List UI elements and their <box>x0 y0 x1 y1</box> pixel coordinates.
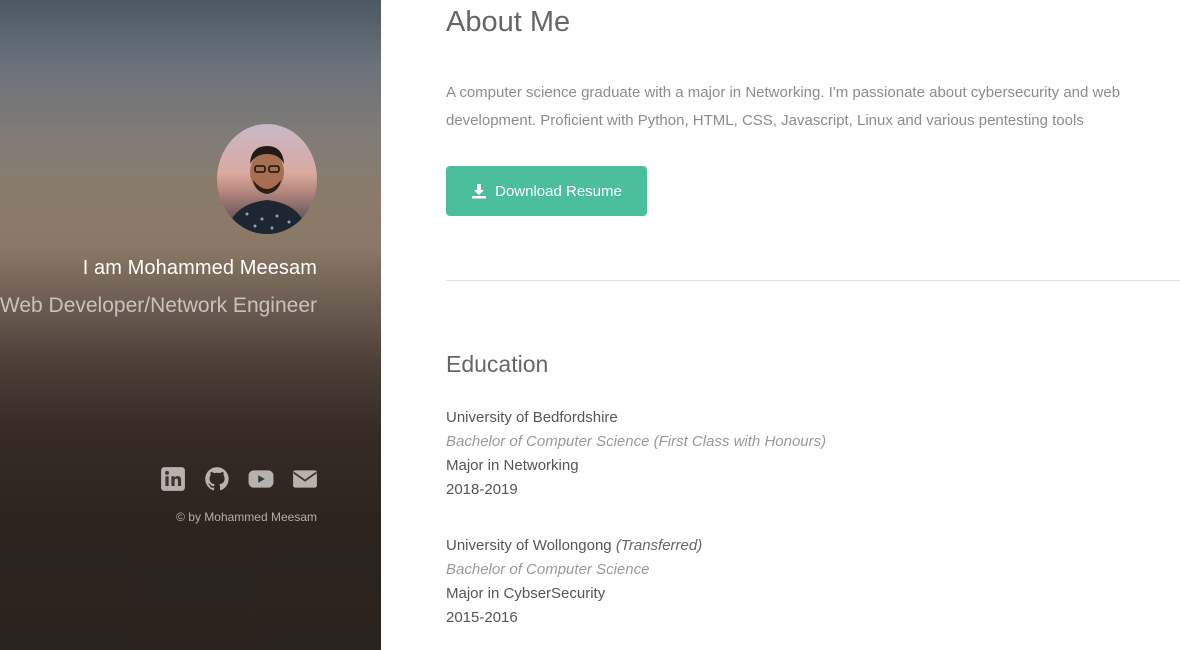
youtube-link[interactable] <box>248 466 274 492</box>
about-title: About Me <box>446 6 571 38</box>
email-link[interactable] <box>292 466 318 492</box>
intro-name: I am Mohammed Meesam <box>82 257 317 279</box>
github-icon <box>205 467 229 491</box>
school-name: University of Bedfordshire <box>446 409 618 426</box>
degree: Bachelor of Computer Science (First Clas… <box>446 433 827 450</box>
download-resume-label: Download Resume <box>495 182 622 200</box>
profile-photo-icon <box>227 146 307 234</box>
major: Major in CybserSecurity <box>446 585 606 602</box>
education-title: Education <box>446 351 549 377</box>
main-content: About Me A computer science graduate wit… <box>446 0 1180 650</box>
linkedin-link[interactable] <box>160 466 186 492</box>
envelope-icon <box>293 470 317 488</box>
transfer-note: (Transferred) <box>615 537 703 554</box>
github-link[interactable] <box>204 466 230 492</box>
about-text: A computer science graduate with a major… <box>446 84 1121 129</box>
linkedin-icon <box>161 467 185 491</box>
social-links <box>160 466 318 492</box>
school-name: University of Wollongong <box>446 537 612 554</box>
download-resume-button[interactable]: Download Resume <box>446 166 647 216</box>
school-line: University of Wollongong (Transferred) <box>446 534 702 558</box>
education-entry: University of Bedfordshire Bachelor of C… <box>446 406 826 502</box>
youtube-icon <box>248 470 274 488</box>
major: Major in Networking <box>446 457 579 474</box>
avatar <box>217 124 317 234</box>
years: 2015-2016 <box>446 609 518 626</box>
copyright: © by Mohammed Meesam <box>176 510 317 524</box>
role-subtitle: Web Developer/Network Engineer <box>0 294 317 317</box>
degree: Bachelor of Computer Science <box>446 561 650 578</box>
download-icon <box>472 184 487 199</box>
section-divider <box>446 280 1180 281</box>
education-entry: University of Wollongong (Transferred) B… <box>446 534 702 630</box>
sidebar: I am Mohammed Meesam Web Developer/Netwo… <box>0 0 381 650</box>
years: 2018-2019 <box>446 481 518 498</box>
